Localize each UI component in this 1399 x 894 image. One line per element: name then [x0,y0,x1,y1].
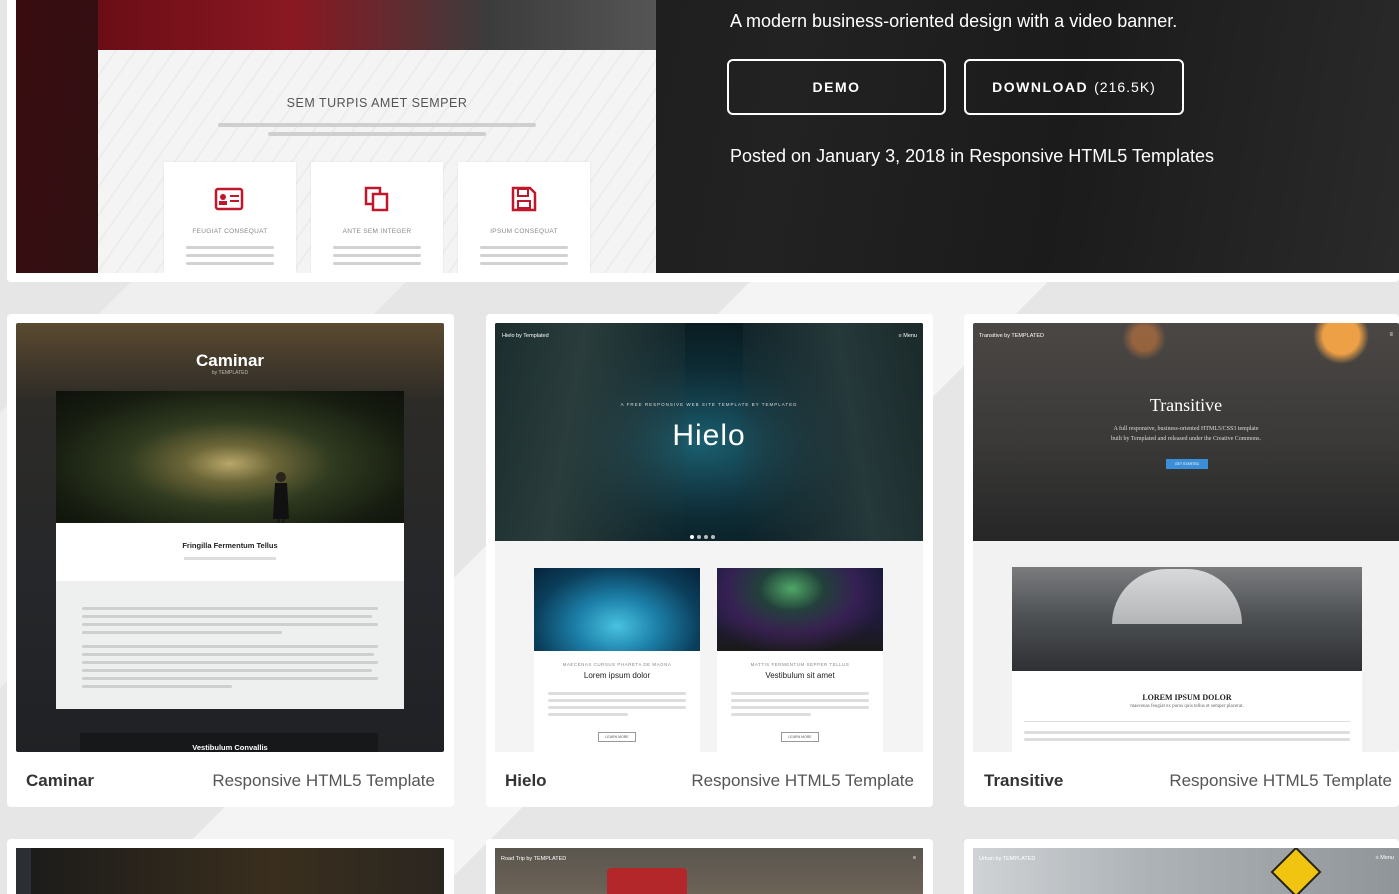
preview-feature-caption: FEUGIAT CONSEQUAT [192,228,268,235]
floppy-disk-icon [511,186,537,212]
preview-brand: Transitive by TEMPLATED [979,333,1044,339]
template-card-partial [7,839,454,894]
preview-menu: ≡ [912,855,916,861]
featured-template-card: SEM TURPIS AMET SEMPER FEUGIAT CONSEQUAT [7,0,1399,282]
preview-title: Hielo [672,419,746,452]
preview-section-sub: maecenas feugiat ex purus quis tellus et… [1130,704,1244,709]
preview-subtitle-line: built by Templated and released under th… [1111,436,1261,442]
download-size: (216.5K) [1094,79,1156,95]
preview-hero-strip [98,0,656,50]
preview-column: MAECENAS CURSUS PHARETA DE MAGNA Lorem i… [534,568,700,752]
preview-text-line [268,132,486,136]
preview-road-sign [1270,848,1322,894]
preview-column-kicker: MAECENAS CURSUS PHARETA DE MAGNA [562,662,672,667]
preview-forest-photo [56,391,404,547]
template-kind: Responsive HTML5 Template [1169,771,1392,790]
preview-text-line [333,254,421,257]
preview-brand: Hielo by Templated [502,333,549,339]
download-button-label: DOWNLOAD [992,79,1089,95]
preview-sidebar [16,848,31,894]
template-preview-transitive[interactable]: Transitive by TEMPLATED ≡ Transitive A f… [973,323,1399,752]
preview-content-card: LOREM IPSUM DOLOR maecenas feugiat ex pu… [1012,567,1362,752]
preview-learn-more: LEARN MORE [781,732,819,742]
preview-aurora-photo [717,568,883,651]
preview-text-line [186,262,274,265]
preview-logo: Caminar [195,351,265,370]
posted-info: Posted on January 3, 2018 in Responsive … [730,146,1214,167]
preview-brand: Urban by TEMPLATED [979,856,1036,862]
download-button[interactable]: DOWNLOAD (216.5K) [964,59,1184,115]
preview-text-line [480,262,568,265]
template-name-link[interactable]: Hielo [505,771,547,791]
preview-text-line [333,262,421,265]
template-kind: Responsive HTML5 Template [691,771,914,790]
featured-banner: SEM TURPIS AMET SEMPER FEUGIAT CONSEQUAT [16,0,1399,273]
preview-section-title: LOREM IPSUM DOLOR [1142,693,1232,702]
posted-date-link[interactable]: January 3, 2018 [816,146,945,166]
template-preview[interactable]: Road Trip by TEMPLATED ≡ [495,848,923,894]
template-card-transitive: Transitive by TEMPLATED ≡ Transitive A f… [964,314,1399,807]
preview-heading: SEM TURPIS AMET SEMPER [286,96,468,110]
template-card-hielo: Hielo by Templated ≡ Menu A FREE RESPONS… [486,314,933,807]
preview-divider [1024,721,1350,722]
copy-icon [364,186,389,212]
preview-umbrella-photo [1012,567,1362,671]
featured-description: A modern business-oriented design with a… [730,11,1178,31]
preview-text-panel [56,581,404,709]
template-preview[interactable] [16,848,444,894]
preview-text-line [186,246,274,249]
template-card-partial: Urban by TEMPLATED ≡ Menu [964,839,1399,894]
id-card-icon [214,187,244,211]
preview-text-line [333,246,421,249]
preview-text-line [186,254,274,257]
preview-feature-caption: ANTE SEM INTEGER [342,228,412,235]
umbrella-shape [1112,569,1242,624]
posted-in: in [950,146,965,166]
preview-text-line [480,246,568,249]
preview-column-kicker: MATTIS FERMENTUM SEPPER TELLUS [750,662,850,667]
preview-section-title: Fringilla Fermentum Tellus [182,541,278,550]
template-name-link[interactable]: Transitive [984,771,1063,791]
preview-text-line [184,557,276,560]
demo-button-label: DEMO [812,79,861,95]
demo-button[interactable]: DEMO [727,59,946,115]
preview-subtitle-line: A full responsive, business-oriented HTM… [1113,426,1259,432]
template-preview-caminar[interactable]: Caminar by TEMPLATED Fringilla Fermentum… [16,323,444,752]
preview-brand: Road Trip by TEMPLATED [501,856,567,862]
posted-category-link[interactable]: Responsive HTML5 Templates [969,146,1214,166]
preview-feature-box: IPSUM CONSEQUAT [458,162,590,273]
template-preview-hielo[interactable]: Hielo by Templated ≡ Menu A FREE RESPONS… [495,323,923,752]
preview-title: Transitive [1149,395,1223,415]
template-card-caminar: Caminar by TEMPLATED Fringilla Fermentum… [7,314,454,807]
preview-text-line [218,123,536,127]
preview-column-title: Vestibulum sit amet [765,671,835,680]
template-kind: Responsive HTML5 Template [212,771,435,790]
featured-preview-image[interactable]: SEM TURPIS AMET SEMPER FEUGIAT CONSEQUAT [98,0,656,273]
template-name-link[interactable]: Caminar [26,771,94,791]
posted-prefix: Posted on [730,146,812,166]
template-card-partial: Road Trip by TEMPLATED ≡ [486,839,933,894]
preview-title-panel [56,523,404,581]
preview-ice-photo [534,568,700,651]
preview-menu: ≡ Menu [898,333,918,339]
template-preview[interactable]: Urban by TEMPLATED ≡ Menu [973,848,1399,894]
preview-text-line [480,254,568,257]
preview-kicker: A FREE RESPONSIVE WEB SITE TEMPLATE BY T… [620,402,798,407]
preview-feature-box: FEUGIAT CONSEQUAT [164,162,296,273]
hamburger-icon: ≡ [1389,332,1393,338]
preview-slider-dots [690,526,730,539]
preview-subtitle: A full responsive, business-oriented HTM… [973,424,1399,444]
preview-menu: ≡ Menu [1375,855,1395,861]
preview-footer-title: Vestibulum Convallis [192,743,268,752]
preview-column-title: Lorem ipsum dolor [583,671,651,680]
preview-learn-more: LEARN MORE [598,732,636,742]
preview-feature-caption: IPSUM CONSEQUAT [490,228,558,235]
preview-column: MATTIS FERMENTUM SEPPER TELLUS Vestibulu… [717,568,883,752]
preview-feature-box: ANTE SEM INTEGER [311,162,443,273]
preview-red-vehicle [607,868,687,894]
preview-byline: by TEMPLATED [211,370,249,376]
preview-get-started-button: GET STARTED [1166,459,1208,469]
